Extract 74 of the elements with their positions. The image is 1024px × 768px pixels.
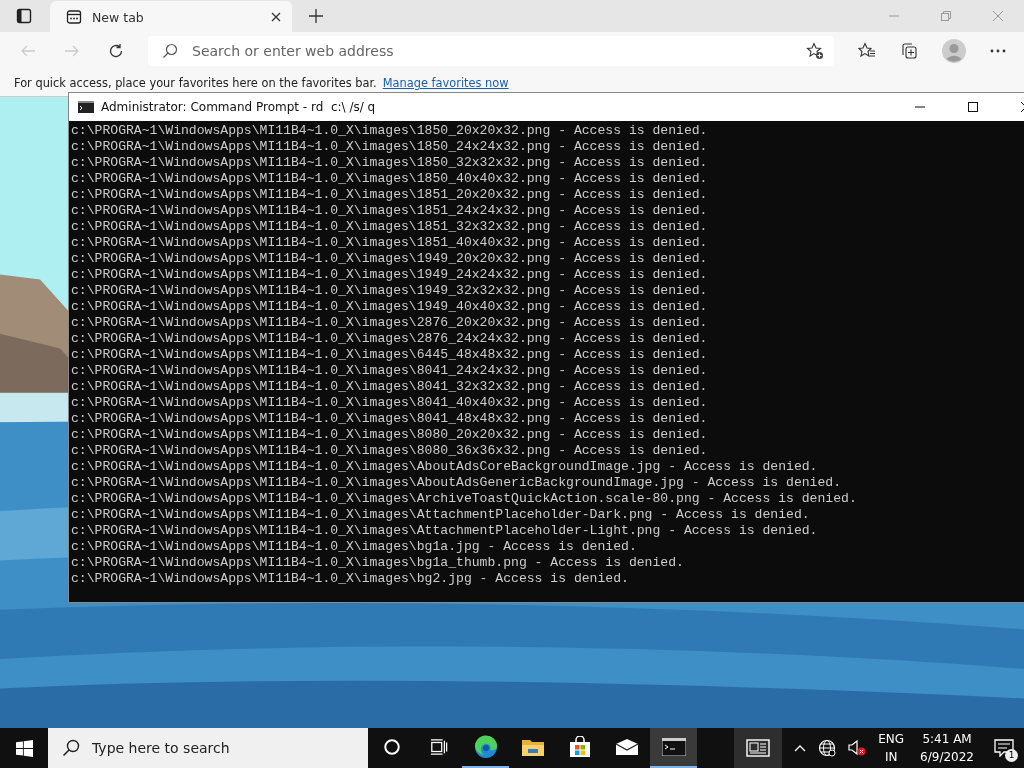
shopping-bag-icon	[568, 736, 591, 758]
console-line: c:\PROGRA~1\WindowsApps\MI11B4~1.0_X\images\8080_36x36x32.png - Access is denied.	[71, 443, 708, 459]
add-favorite-icon[interactable]	[806, 42, 824, 60]
speaker-muted-icon[interactable]	[848, 739, 867, 757]
region-code: IN	[884, 749, 898, 766]
console-line: c:\PROGRA~1\WindowsApps\MI11B4~1.0_X\images\1851_20x20x32.png - Access is denied.	[71, 187, 708, 203]
console-line: c:\PROGRA~1\WindowsApps\MI11B4~1.0_X\images\bg1a_thumb.png - Access is denied.	[71, 555, 684, 571]
console-line: c:\PROGRA~1\WindowsApps\MI11B4~1.0_X\images\AboutAdsCoreBackgroundImage.jpg - Access is denied.	[71, 459, 818, 475]
globe-icon[interactable]	[818, 739, 837, 757]
console-line: c:\PROGRA~1\WindowsApps\MI11B4~1.0_X\images\8041_40x40x32.png - Access is denied.	[71, 395, 708, 411]
new-tab-icon	[66, 9, 82, 25]
console-line: c:\PROGRA~1\WindowsApps\MI11B4~1.0_X\images\AttachmentPlaceholder-Dark.png - Access is denied.	[71, 507, 810, 523]
console-line: c:\PROGRA~1\WindowsApps\MI11B4~1.0_X\images\AboutAdsGenericBackgroundImage.jpg - Access is denied.	[71, 475, 842, 491]
console-line: c:\PROGRA~1\WindowsApps\MI11B4~1.0_X\images\8041_24x24x32.png - Access is denied.	[71, 363, 708, 379]
notification-icon[interactable]	[994, 739, 1014, 757]
console-icon	[78, 101, 94, 113]
clock[interactable]: 5:41 AM 6/9/2022	[920, 730, 974, 766]
console-line: c:\PROGRA~1\WindowsApps\MI11B4~1.0_X\images\ArchiveToastQuickAction.scale-80.png - Access is denied.	[71, 491, 857, 507]
circle-icon	[382, 738, 401, 756]
profile-avatar-icon[interactable]	[942, 39, 966, 63]
console-line: c:\PROGRA~1\WindowsApps\MI11B4~1.0_X\images\1850_40x40x32.png - Access is denied.	[71, 171, 708, 187]
browser-swirl-icon	[473, 735, 498, 759]
console-line: c:\PROGRA~1\WindowsApps\MI11B4~1.0_X\images\8041_32x32x32.png - Access is denied.	[71, 379, 708, 395]
console-line: c:\PROGRA~1\WindowsApps\MI11B4~1.0_X\images\1949_40x40x32.png - Access is denied.	[71, 299, 708, 315]
console-line: c:\PROGRA~1\WindowsApps\MI11B4~1.0_X\images\1851_32x32x32.png - Access is denied.	[71, 219, 708, 235]
tab-title: New tab	[92, 9, 145, 25]
new-tab-plus-icon[interactable]	[308, 8, 324, 24]
console-line: c:\PROGRA~1\WindowsApps\MI11B4~1.0_X\images\2876_20x20x32.png - Access is denied.	[71, 315, 708, 331]
language-code: ENG	[878, 731, 905, 748]
console-line: c:\PROGRA~1\WindowsApps\MI11B4~1.0_X\images\8041_48x48x32.png - Access is denied.	[71, 411, 708, 427]
collections-icon[interactable]	[900, 42, 918, 60]
window-title: Administrator: Command Prompt - rd c:\ /s/ q	[101, 100, 376, 114]
taskbar-search-field[interactable]: Type here to search	[48, 728, 368, 768]
taskbar-app-button[interactable]	[650, 728, 697, 768]
console-line: c:\PROGRA~1\WindowsApps\MI11B4~1.0_X\images\bg2.jpg - Access is denied.	[71, 571, 629, 587]
search-input[interactable]: Type here to search	[90, 739, 368, 757]
newspaper-icon	[746, 738, 771, 758]
address-bar[interactable]: Search or enter web address	[148, 36, 834, 66]
tab-actions-icon[interactable]	[16, 8, 32, 24]
task-view-icon	[429, 738, 448, 756]
language-indicator[interactable]: ENG IN	[878, 730, 905, 766]
console-line: c:\PROGRA~1\WindowsApps\MI11B4~1.0_X\images\1851_24x24x32.png - Access is denied.	[71, 203, 708, 219]
clock-time: 5:41 AM	[922, 731, 972, 748]
manage-favorites-link[interactable]: Manage favorites now	[382, 76, 509, 90]
favorites-message: For quick access, place your favorites here on the favorites bar.	[14, 76, 377, 90]
close-icon[interactable]	[270, 11, 282, 23]
console-line: c:\PROGRA~1\WindowsApps\MI11B4~1.0_X\images\1850_20x20x32.png - Access is denied.	[71, 123, 708, 139]
envelope-icon	[614, 738, 639, 756]
search-icon	[62, 739, 80, 757]
notification-count-badge: 1	[1005, 749, 1018, 762]
console-line: c:\PROGRA~1\WindowsApps\MI11B4~1.0_X\images\1851_40x40x32.png - Access is denied.	[71, 235, 708, 251]
refresh-icon[interactable]	[108, 43, 124, 59]
console-line: c:\PROGRA~1\WindowsApps\MI11B4~1.0_X\images\1949_20x20x32.png - Access is denied.	[71, 251, 708, 267]
browser-tab[interactable]: New tab	[50, 1, 292, 33]
search-icon	[162, 43, 178, 59]
clock-date: 6/9/2022	[920, 749, 974, 766]
maximize-icon[interactable]	[967, 101, 979, 113]
folder-icon	[520, 737, 545, 757]
console-line: c:\PROGRA~1\WindowsApps\MI11B4~1.0_X\images\AttachmentPlaceholder-Light.png - Access is denied.	[71, 523, 818, 539]
console-icon	[661, 738, 686, 756]
console-line: c:\PROGRA~1\WindowsApps\MI11B4~1.0_X\images\1850_32x32x32.png - Access is denied.	[71, 155, 708, 171]
favorites-icon[interactable]	[858, 42, 876, 60]
windows-logo-icon	[15, 739, 33, 757]
console-line: c:\PROGRA~1\WindowsApps\MI11B4~1.0_X\images\6445_48x48x32.png - Access is denied.	[71, 347, 708, 363]
console-line: c:\PROGRA~1\WindowsApps\MI11B4~1.0_X\images\8080_20x20x32.png - Access is denied.	[71, 427, 708, 443]
console-line: c:\PROGRA~1\WindowsApps\MI11B4~1.0_X\images\1949_32x32x32.png - Access is denied.	[71, 283, 708, 299]
address-input[interactable]: Search or enter web address	[190, 42, 794, 60]
more-options-icon[interactable]	[990, 49, 1006, 53]
news-button[interactable]	[734, 728, 783, 768]
console-line: c:\PROGRA~1\WindowsApps\MI11B4~1.0_X\images\1850_24x24x32.png - Access is denied.	[71, 139, 708, 155]
console-line: c:\PROGRA~1\WindowsApps\MI11B4~1.0_X\images\2876_24x24x32.png - Access is denied.	[71, 331, 708, 347]
console-line: c:\PROGRA~1\WindowsApps\MI11B4~1.0_X\images\bg1a.jpg - Access is denied.	[71, 539, 637, 555]
console-line: c:\PROGRA~1\WindowsApps\MI11B4~1.0_X\images\1949_24x24x32.png - Access is denied.	[71, 267, 708, 283]
chevron-up-icon[interactable]	[794, 744, 807, 752]
